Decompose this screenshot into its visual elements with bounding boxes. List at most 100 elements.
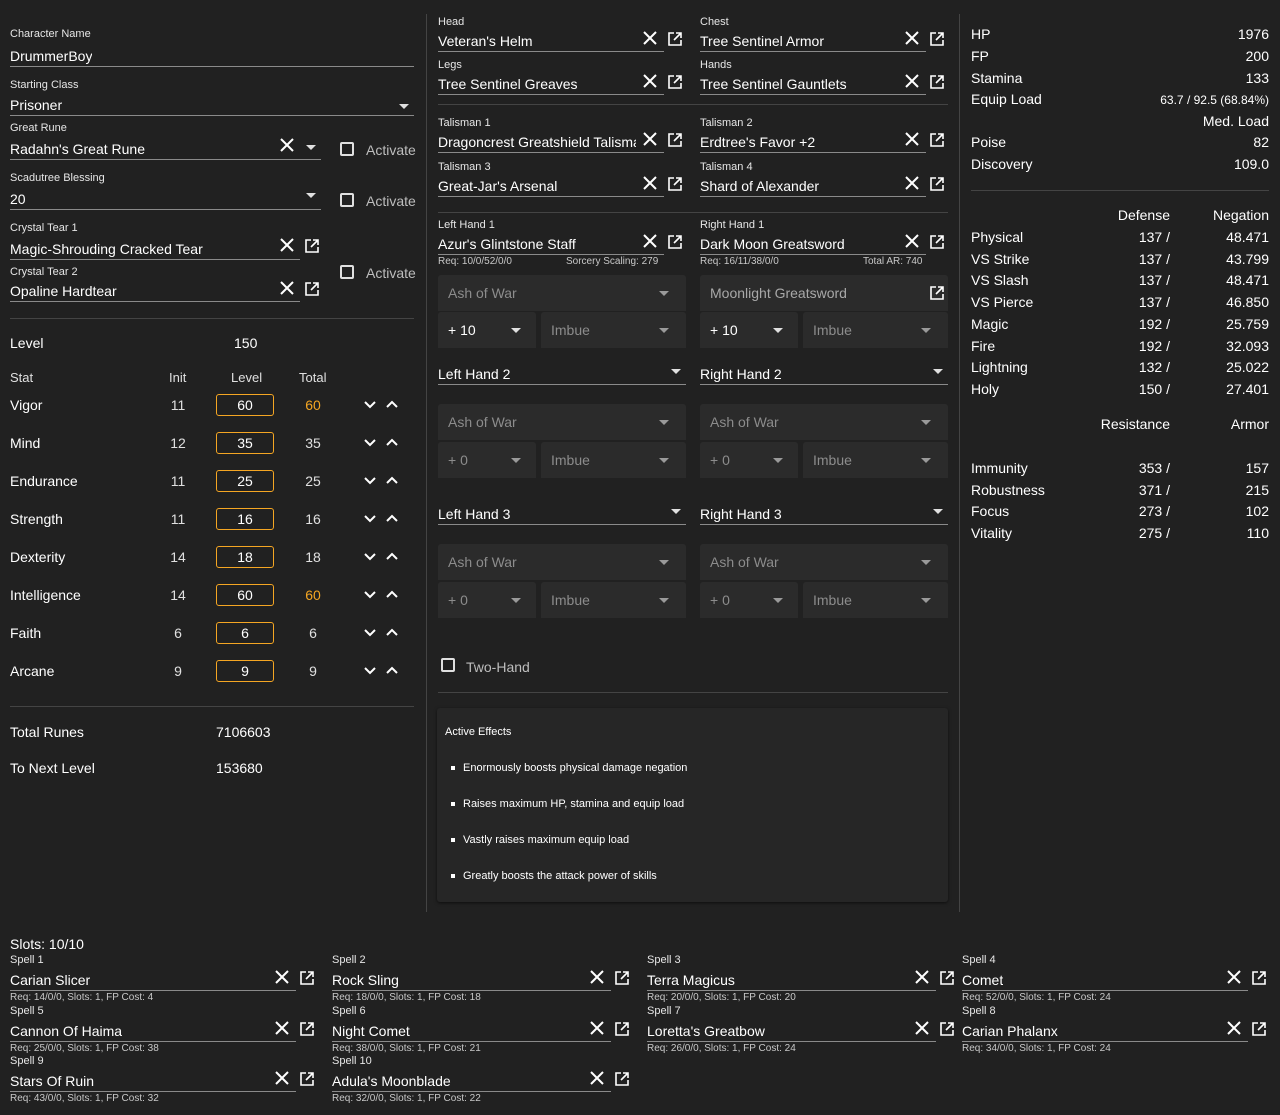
chevron-down-icon[interactable]	[364, 667, 376, 675]
close-icon[interactable]	[274, 1020, 290, 1036]
open-external-icon[interactable]	[667, 74, 683, 90]
left-hand-2-select[interactable]: Left Hand 2	[438, 364, 686, 385]
close-icon[interactable]	[274, 1070, 290, 1086]
left-hand-3-select[interactable]: Left Hand 3	[438, 504, 686, 525]
open-external-icon[interactable]	[667, 176, 683, 192]
spell-field[interactable]: Stars Of Ruin	[10, 1071, 296, 1092]
great-rune-select[interactable]: Radahn's Great Rune	[10, 139, 321, 160]
open-external-icon[interactable]	[614, 1071, 630, 1087]
open-external-icon[interactable]	[667, 31, 683, 47]
left-hand-1-upgrade-select[interactable]: + 10	[438, 312, 536, 348]
chevron-up-icon[interactable]	[386, 590, 398, 598]
open-external-icon[interactable]	[939, 970, 955, 986]
stat-level-input[interactable]: 25	[216, 470, 274, 492]
great-rune-activate-checkbox[interactable]	[340, 142, 354, 156]
close-icon[interactable]	[642, 175, 658, 191]
chevron-up-icon[interactable]	[386, 476, 398, 484]
close-icon[interactable]	[279, 280, 295, 296]
open-external-icon[interactable]	[614, 1021, 630, 1037]
talisman-2-field[interactable]: Erdtree's Favor +2	[700, 132, 926, 153]
close-icon[interactable]	[642, 131, 658, 147]
right-hand-1-upgrade-select[interactable]: + 10	[700, 312, 798, 348]
talisman-3-field[interactable]: Great-Jar's Arsenal	[438, 176, 664, 197]
close-icon[interactable]	[1226, 969, 1242, 985]
open-external-icon[interactable]	[1251, 1021, 1267, 1037]
open-external-icon[interactable]	[304, 238, 320, 254]
left-hand-1-ash-of-war-select[interactable]: Ash of War	[438, 275, 686, 311]
starting-class-select[interactable]: Prisoner	[10, 95, 414, 116]
close-icon[interactable]	[642, 30, 658, 46]
stat-level-input[interactable]: 35	[216, 432, 274, 454]
close-icon[interactable]	[904, 175, 920, 191]
close-icon[interactable]	[904, 30, 920, 46]
chevron-up-icon[interactable]	[386, 552, 398, 560]
spell-field[interactable]: Carian Phalanx	[962, 1021, 1248, 1042]
chevron-down-icon[interactable]	[364, 477, 376, 485]
spell-field[interactable]: Adula's Moonblade	[332, 1071, 611, 1092]
hands-field[interactable]: Tree Sentinel Gauntlets	[700, 74, 926, 95]
stat-level-input[interactable]: 18	[216, 546, 274, 568]
close-icon[interactable]	[904, 233, 920, 249]
open-external-icon[interactable]	[929, 31, 945, 47]
right-hand-3-ash-of-war-select[interactable]: Ash of War	[700, 544, 948, 580]
close-icon[interactable]	[642, 73, 658, 89]
stat-level-input[interactable]: 60	[216, 394, 274, 416]
close-icon[interactable]	[274, 969, 290, 985]
open-external-icon[interactable]	[1251, 970, 1267, 986]
chevron-down-icon[interactable]	[364, 515, 376, 523]
right-hand-2-upgrade-select[interactable]: + 0	[700, 442, 798, 478]
close-icon[interactable]	[279, 237, 295, 253]
right-hand-2-imbue-select[interactable]: Imbue	[803, 442, 948, 478]
close-icon[interactable]	[904, 131, 920, 147]
spell-field[interactable]: Carian Slicer	[10, 970, 296, 991]
left-hand-3-upgrade-select[interactable]: + 0	[438, 582, 536, 618]
stat-level-input[interactable]: 6	[216, 622, 274, 644]
chevron-down-icon[interactable]	[364, 439, 376, 447]
close-icon[interactable]	[914, 969, 930, 985]
chevron-up-icon[interactable]	[386, 438, 398, 446]
chevron-down-icon[interactable]	[306, 145, 316, 150]
right-hand-1-ash-of-war-select[interactable]: Moonlight Greatsword	[700, 275, 948, 311]
open-external-icon[interactable]	[304, 281, 320, 297]
left-hand-1-field[interactable]: Azur's Glintstone Staff	[438, 234, 664, 255]
crystal-tear-activate-checkbox[interactable]	[340, 265, 354, 279]
close-icon[interactable]	[1226, 1020, 1242, 1036]
right-hand-1-imbue-select[interactable]: Imbue	[803, 312, 948, 348]
open-external-icon[interactable]	[929, 74, 945, 90]
open-external-icon[interactable]	[667, 234, 683, 250]
chevron-up-icon[interactable]	[386, 666, 398, 674]
close-icon[interactable]	[904, 73, 920, 89]
chevron-down-icon[interactable]	[364, 553, 376, 561]
open-external-icon[interactable]	[939, 1021, 955, 1037]
open-external-icon[interactable]	[929, 285, 945, 301]
spell-field[interactable]: Loretta's Greatbow	[647, 1021, 936, 1042]
head-field[interactable]: Veteran's Helm	[438, 31, 664, 52]
stat-level-input[interactable]: 16	[216, 508, 274, 530]
left-hand-3-imbue-select[interactable]: Imbue	[541, 582, 686, 618]
open-external-icon[interactable]	[299, 1021, 315, 1037]
chevron-down-icon[interactable]	[364, 629, 376, 637]
spell-field[interactable]: Cannon Of Haima	[10, 1021, 296, 1042]
spell-field[interactable]: Terra Magicus	[647, 970, 936, 991]
right-hand-2-select[interactable]: Right Hand 2	[700, 364, 948, 385]
close-icon[interactable]	[589, 1070, 605, 1086]
spell-field[interactable]: Comet	[962, 970, 1248, 991]
open-external-icon[interactable]	[614, 970, 630, 986]
scadutree-blessing-select[interactable]: 20	[10, 189, 321, 210]
chest-field[interactable]: Tree Sentinel Armor	[700, 31, 926, 52]
two-hand-checkbox[interactable]	[441, 658, 455, 672]
chevron-up-icon[interactable]	[386, 400, 398, 408]
left-hand-3-ash-of-war-select[interactable]: Ash of War	[438, 544, 686, 580]
talisman-4-field[interactable]: Shard of Alexander	[700, 176, 926, 197]
close-icon[interactable]	[589, 969, 605, 985]
stat-level-input[interactable]: 9	[216, 660, 274, 682]
right-hand-3-upgrade-select[interactable]: + 0	[700, 582, 798, 618]
chevron-down-icon[interactable]	[364, 401, 376, 409]
open-external-icon[interactable]	[299, 970, 315, 986]
spell-field[interactable]: Night Comet	[332, 1021, 611, 1042]
chevron-up-icon[interactable]	[386, 514, 398, 522]
chevron-down-icon[interactable]	[364, 591, 376, 599]
stat-level-input[interactable]: 60	[216, 584, 274, 606]
open-external-icon[interactable]	[929, 132, 945, 148]
blessing-activate-checkbox[interactable]	[340, 193, 354, 207]
